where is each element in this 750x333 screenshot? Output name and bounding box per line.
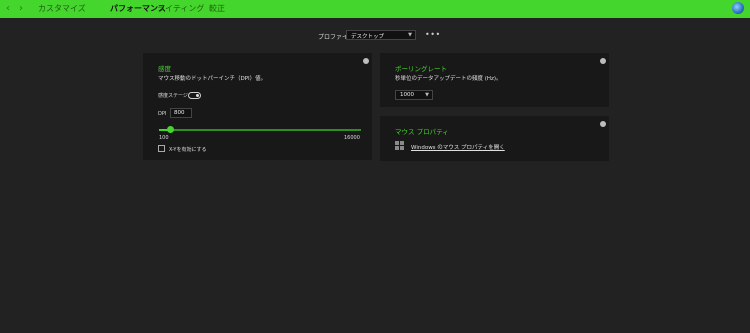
info-icon[interactable] (600, 58, 606, 64)
xy-checkbox[interactable] (158, 145, 165, 152)
tab-customize[interactable]: カスタマイズ (38, 3, 86, 15)
mouse-properties-panel (380, 116, 609, 161)
polling-rate-dropdown[interactable]: 1000 ▼ (395, 90, 433, 100)
sensitivity-panel (143, 53, 372, 160)
open-mouse-properties-link[interactable]: Windows のマウス プロパティを開く (411, 143, 505, 151)
dpi-value: 800 (174, 110, 185, 116)
profile-value: デスクトップ (351, 34, 385, 40)
profile-dropdown[interactable]: デスクトップ ▼ (346, 30, 416, 40)
tab-lighting[interactable]: ライティング (157, 3, 204, 15)
dpi-slider-handle[interactable] (167, 126, 174, 133)
slider-max-label: 16000 (344, 135, 360, 141)
sensitivity-description: マウス移動のドットパーインチ（DPI）値。 (158, 76, 267, 82)
polling-rate-value: 1000 (400, 92, 414, 98)
sensitivity-stages-toggle[interactable] (188, 92, 201, 99)
top-nav-bar: ‹ › カスタマイズ パフォーマンス ライティング 較正 (0, 0, 750, 18)
sensitivity-title: 感度 (158, 65, 171, 73)
back-arrow-icon[interactable]: ‹ (6, 2, 10, 16)
polling-rate-description: 秒単位のデータアップデートの頻度 (Hz)。 (395, 76, 502, 82)
xy-label: X-Yを有効にする (169, 147, 207, 153)
more-options-button[interactable]: ••• (425, 30, 441, 40)
mouse-properties-title: マウス プロパティ (395, 128, 449, 136)
forward-arrow-icon[interactable]: › (19, 2, 23, 16)
info-icon[interactable] (363, 58, 369, 64)
globe-icon[interactable] (732, 2, 744, 14)
sensitivity-stages-label: 感度ステージ (158, 93, 188, 99)
dpi-slider-track[interactable] (159, 129, 361, 131)
dpi-label: DPI (158, 111, 167, 117)
chevron-down-icon: ▼ (425, 92, 429, 98)
polling-rate-title: ポーリングレート (395, 65, 447, 73)
windows-icon (395, 141, 405, 151)
dpi-input[interactable]: 800 (170, 108, 192, 118)
info-icon[interactable] (600, 121, 606, 127)
chevron-down-icon: ▼ (408, 32, 412, 38)
slider-min-label: 100 (159, 135, 169, 141)
tab-calibration[interactable]: 較正 (209, 3, 225, 15)
